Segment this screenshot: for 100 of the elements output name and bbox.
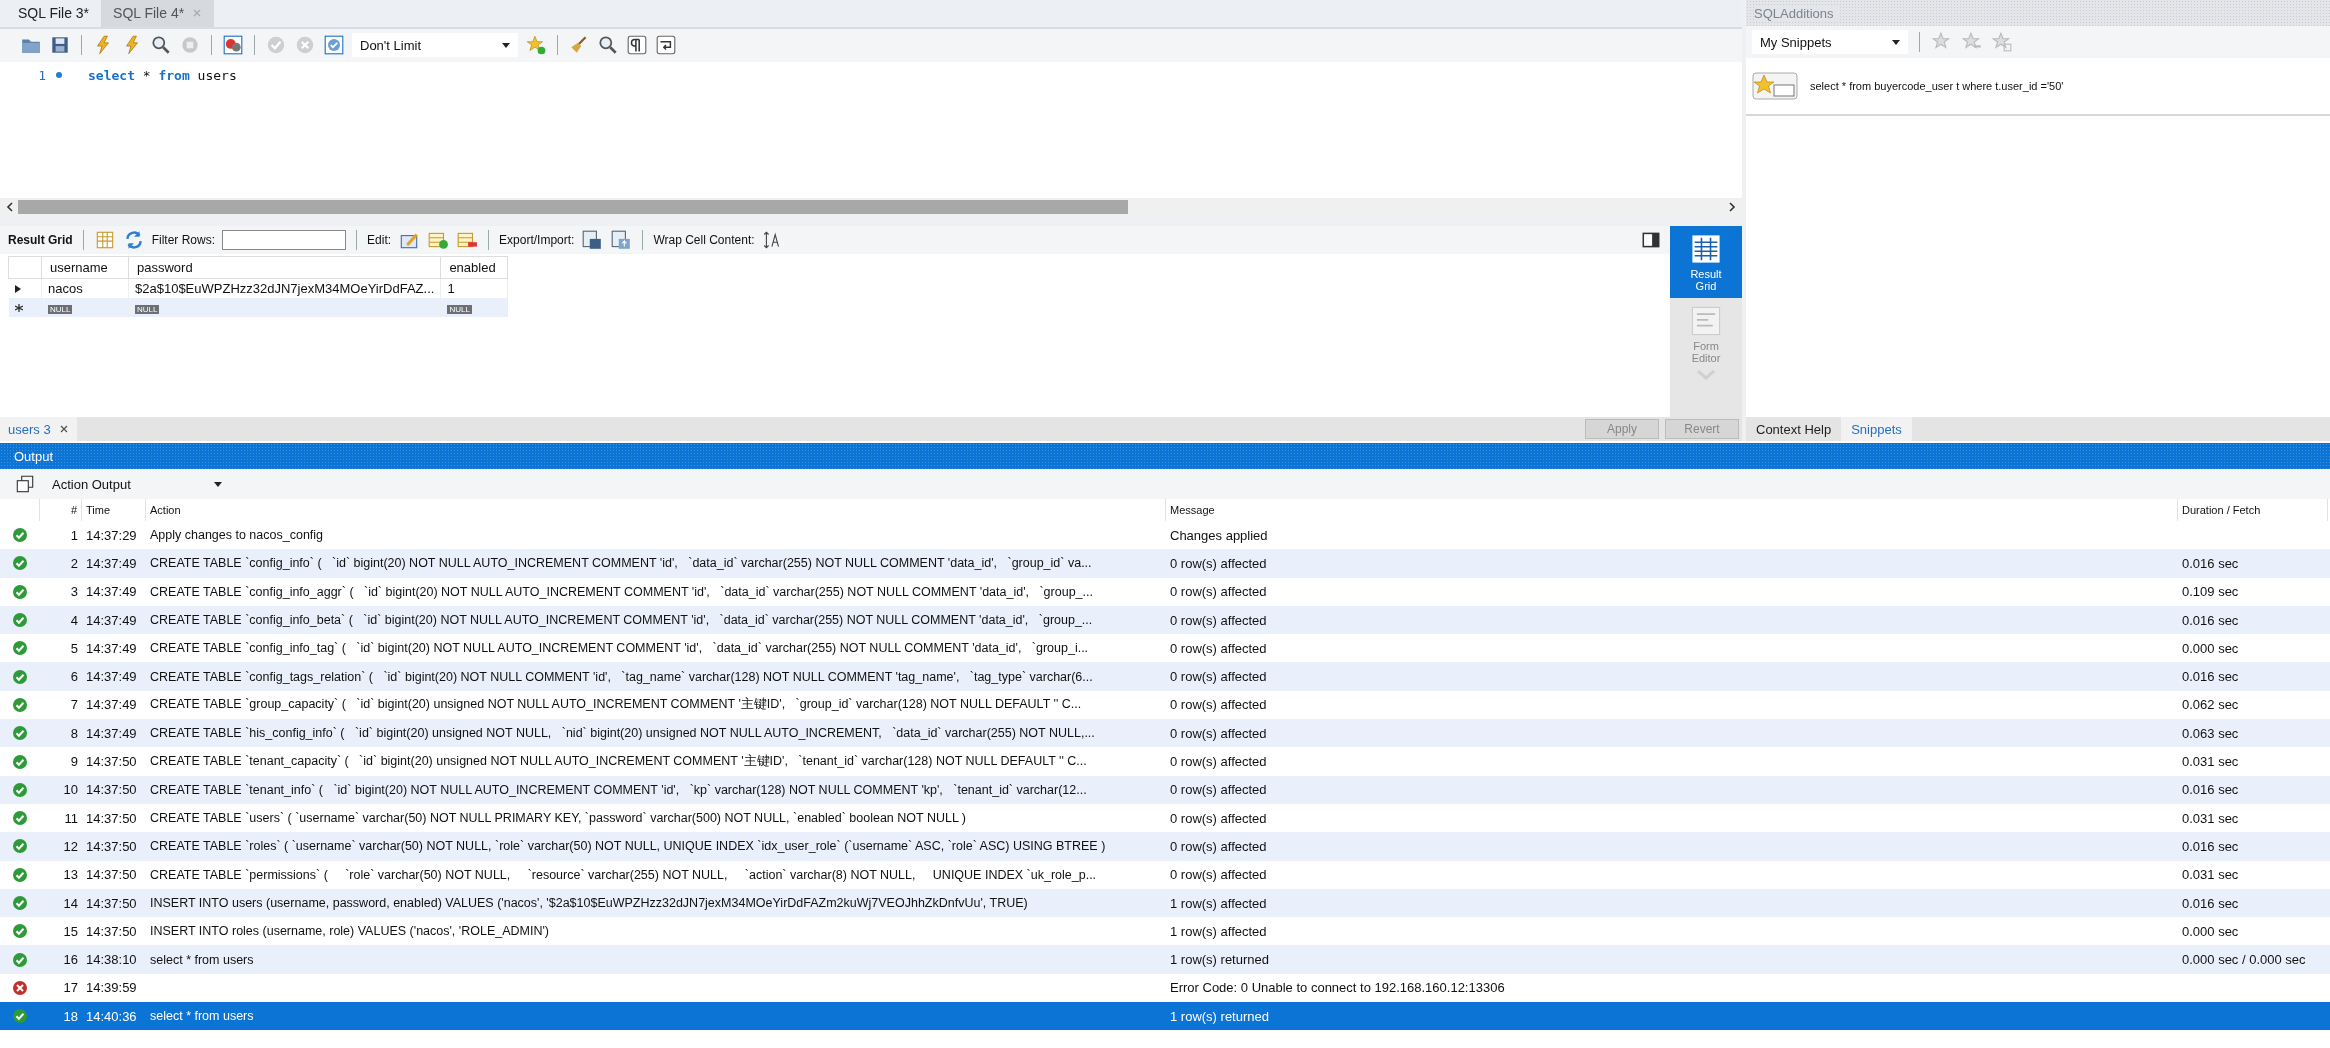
output-row[interactable]: 10 14:37:50 CREATE TABLE `tenant_info` ( `id` bigint(20) NOT NULL AUTO_INCREMENT COMMENT 'id', `kp` varchar(128) NOT NULL COMMENT 'kp', `tenant_id` varchar(12... 0 row(s) affected 0.016 sec (0, 775, 2330, 804)
output-row[interactable]: 18 14:40:36 select * from users 1 row(s) returned (0, 1002, 2330, 1031)
time-cell-text: 14:37:49 (85, 696, 138, 715)
toggle-icon[interactable] (222, 34, 244, 57)
scroll-right-icon[interactable] (1728, 201, 1736, 212)
column-header[interactable]: Duration / Fetch (2178, 499, 2328, 521)
import-icon[interactable] (610, 228, 633, 251)
time-cell-text: 14:37:49 (85, 583, 138, 602)
success-icon (12, 753, 28, 770)
time-cell-text: 14:37:50 (85, 866, 138, 885)
time-cell-text: 14:37:29 (85, 526, 138, 545)
message-cell: 0 row(s) affected (1170, 754, 1267, 769)
action-cell: CREATE TABLE `roles` ( `username` varchar(50) NOT NULL, `role` varchar(50) NOT NULL, UNIQUE INDEX `idx_user_role` (`username` ASC, `role` ASC) USING BTREE ) (150, 839, 1106, 854)
statement-dot-icon (56, 72, 62, 79)
column-header[interactable]: username (41, 256, 129, 279)
output-row[interactable]: 2 14:37:49 CREATE TABLE `config_info` ( `id` bigint(20) NOT NULL AUTO_INCREMENT COMMENT 'id', `data_id` varchar(255) NOT NULL COMMENT 'data_id', `group_id` va... 0 row(s) affected 0.016 sec (0, 549, 2330, 578)
output-row[interactable]: 1 14:37:29 Apply changes to nacos_config Changes applied (0, 521, 2330, 550)
action-cell: select * from users (150, 1009, 254, 1024)
row-number: 12 (62, 837, 79, 856)
duration-cell: 0.016 sec (2182, 555, 2239, 571)
caret-icon (214, 481, 222, 487)
duration-cell: 0.031 sec (2182, 867, 2239, 883)
table-cell[interactable]: $2a$10$EuWPZHzz32dJN7jexM34MOeYirDdFAZ... (128, 278, 441, 298)
action-cell: CREATE TABLE `config_info_aggr` ( `id` bigint(20) NOT NULL AUTO_INCREMENT COMMENT 'id', `data_id` varchar(255) NOT NULL COMMENT 'data_id', `group_... (150, 584, 1093, 599)
close-icon[interactable] (58, 424, 69, 434)
sql-snippet-icon (1752, 72, 1798, 100)
result-tab[interactable]: users 3 (0, 417, 77, 441)
time-cell-text: 14:40:36 (85, 1007, 138, 1026)
editor-tab[interactable]: SQL File 4* (101, 0, 215, 27)
success-icon (12, 696, 28, 713)
success-icon (12, 583, 28, 600)
output-row[interactable]: 11 14:37:50 CREATE TABLE `users` ( `username` varchar(50) NOT NULL PRIMARY KEY, `password` varchar(500) NOT NULL, `enabled` boolean NOT NULL ) 0 row(s) affected 0.031 sec (0, 803, 2330, 833)
row-number: 3 (69, 583, 79, 602)
output-row[interactable]: 14 14:37:50 INSERT INTO users (username, password, enabled) VALUES ('nacos', '$2a$10$EuWPZHzz32dJN7jexM34MOeYirDdFAZm2kuWj7VEOJhhZkDnfvUu', TRUE) 1 row(s) affected 0.016 sec (0, 888, 2330, 918)
success-icon (12, 781, 28, 798)
column-header[interactable]: password (128, 256, 441, 279)
output-row[interactable]: 4 14:37:49 CREATE TABLE `config_info_beta` ( `id` bigint(20) NOT NULL AUTO_INCREMENT COMMENT 'id', `data_id` varchar(255) NOT NULL COMMENT 'data_id', `group_... 0 row(s) affected 0.016 sec (0, 605, 2330, 635)
export-icon[interactable] (581, 228, 604, 251)
message-cell: 1 row(s) returned (1170, 1008, 1269, 1024)
duration-cell: 0.016 sec (2182, 895, 2239, 911)
duration-cell: 0.000 sec / 0.000 sec (2182, 952, 2306, 968)
time-cell-text: 14:37:50 (85, 781, 138, 800)
row-number: 8 (69, 724, 79, 743)
column-header[interactable]: Time (82, 499, 146, 521)
time-cell-text: 14:37:49 (85, 668, 138, 687)
action-cell: select * from users (150, 952, 254, 967)
success-icon (12, 810, 28, 827)
wrap-lines-icon[interactable] (655, 34, 677, 57)
column-header[interactable]: Action (146, 499, 1166, 521)
autocommit-icon[interactable] (323, 34, 345, 57)
table-cell[interactable]: nacos (41, 278, 129, 298)
output-row[interactable]: 3 14:37:49 CREATE TABLE `config_info_aggr` ( `id` bigint(20) NOT NULL AUTO_INCREMENT COMMENT 'id', `data_id` varchar(255) NOT NULL COMMENT 'data_id', `group_... 0 row(s) affected 0.109 sec (0, 577, 2330, 606)
panel-tab[interactable]: Snippets (1841, 417, 1912, 441)
snippets-dropdown[interactable]: My Snippets (1752, 30, 1908, 54)
result-grid-label: Result Grid (8, 232, 73, 247)
success-icon (12, 640, 28, 657)
row-number: 14 (62, 894, 79, 913)
invisible-chars-icon[interactable] (626, 34, 648, 57)
time-cell-text: 14:37:50 (85, 894, 138, 913)
message-cell: 0 row(s) affected (1170, 584, 1267, 600)
output-row[interactable]: 17 14:39:59 Error Code: 0 Unable to connect to 192.168.160.12:13306 (0, 973, 2330, 1003)
output-row[interactable]: 5 14:37:49 CREATE TABLE `config_info_tag` ( `id` bigint(20) NOT NULL AUTO_INCREMENT COMMENT 'id', `data_id` varchar(255) NOT NULL COMMENT 'data_id', `group_i... 0 row(s) affected 0.000 sec (0, 634, 2330, 663)
scroll-left-icon[interactable] (6, 201, 14, 212)
output-row[interactable]: 8 14:37:49 CREATE TABLE `his_config_info` ( `id` bigint(20) unsigned NOT NULL, `nid` bigint(20) unsigned NOT NULL AUTO_INCREMENT, `data_id` varchar(255) NOT NULL,... 0 row(s) affected 0.063 sec (0, 719, 2330, 748)
editor-tab[interactable]: SQL File 3* (6, 0, 102, 27)
row-number: 11 (63, 809, 79, 828)
time-cell-text: 14:37:49 (85, 724, 138, 743)
success-icon (12, 527, 28, 544)
column-header[interactable]: # (40, 499, 82, 521)
output-row[interactable]: 16 14:38:10 select * from users 1 row(s) returned 0.000 sec / 0.000 sec (0, 945, 2330, 974)
row-number: 6 (69, 668, 79, 687)
output-row[interactable]: 15 14:37:50 INSERT INTO roles (username, role) VALUES ('nacos', 'ROLE_ADMIN') 1 row(s) affected 0.000 sec (0, 917, 2330, 946)
add-snippet-icon[interactable] (525, 34, 547, 57)
panel-tab[interactable]: Context Help (1746, 417, 1842, 441)
output-row[interactable]: 12 14:37:50 CREATE TABLE `roles` ( `username` varchar(50) NOT NULL, `role` varchar(50) NOT NULL, UNIQUE INDEX `idx_user_role` (`username` ASC, `role` ASC) USING BTREE ) 0 row(s) affected 0.016 sec (0, 832, 2330, 861)
message-cell: 0 row(s) affected (1170, 810, 1267, 826)
wrap-cell-label: Wrap Cell Content: (653, 232, 755, 247)
duration-cell: 0.063 sec (2182, 725, 2239, 741)
column-header[interactable]: Message (1166, 499, 2178, 521)
snippet-text[interactable]: select * from buyercode_user t where t.user_id ='50' (1810, 80, 2064, 92)
row-number: 10 (62, 781, 79, 800)
message-cell: 0 row(s) affected (1170, 725, 1267, 741)
success-icon (12, 668, 28, 685)
message-cell: 0 row(s) affected (1170, 555, 1267, 571)
export-import-label: Export/Import: (499, 232, 575, 247)
output-row[interactable]: 7 14:37:49 CREATE TABLE `group_capacity` ( `id` bigint(20) unsigned NOT NULL AUTO_INCREMENT COMMENT '主键ID', `group_id` varchar(128) NOT NULL DEFAULT '' C... 0 row(s) affected 0.062 sec (0, 690, 2330, 720)
output-row[interactable]: 6 14:37:49 CREATE TABLE `config_tags_relation` ( `id` bigint(20) NOT NULL COMMENT 'id', `tag_name` varchar(128) NOT NULL COMMENT 'tag_name', `tag_type` varchar(6... 0 row(s) affected 0.016 sec (0, 662, 2330, 691)
column-header[interactable]: enabled (440, 256, 508, 279)
duration-cell: 0.031 sec (2182, 810, 2239, 826)
limit-dropdown[interactable]: Don't Limit (352, 33, 518, 58)
output-row[interactable]: 9 14:37:50 CREATE TABLE `tenant_capacity` ( `id` bigint(20) unsigned NOT NULL AUTO_INCREMENT COMMENT '主键ID', `tenant_id` varchar(128) NOT NULL DEFAULT '' C... 0 row(s) affected 0.031 sec (0, 747, 2330, 776)
new-row-icon (14, 303, 23, 312)
scrollbar-thumb[interactable] (18, 199, 1128, 214)
filter-field[interactable] (222, 229, 347, 250)
time-cell-text: 14:37:50 (85, 753, 138, 771)
table-cell[interactable]: 1 (440, 278, 508, 298)
copy-icon[interactable] (14, 473, 36, 495)
row-number: 17 (62, 979, 79, 998)
output-row[interactable]: 13 14:37:50 CREATE TABLE `permissions` ( `role` varchar(50) NOT NULL, `resource` varchar(255) NOT NULL, `action` varchar(8) NOT NULL, UNIQUE INDEX `uk_role_p... 0 row(s) affected 0.031 sec (0, 860, 2330, 889)
view-button[interactable]: Result Grid (1670, 225, 1742, 298)
